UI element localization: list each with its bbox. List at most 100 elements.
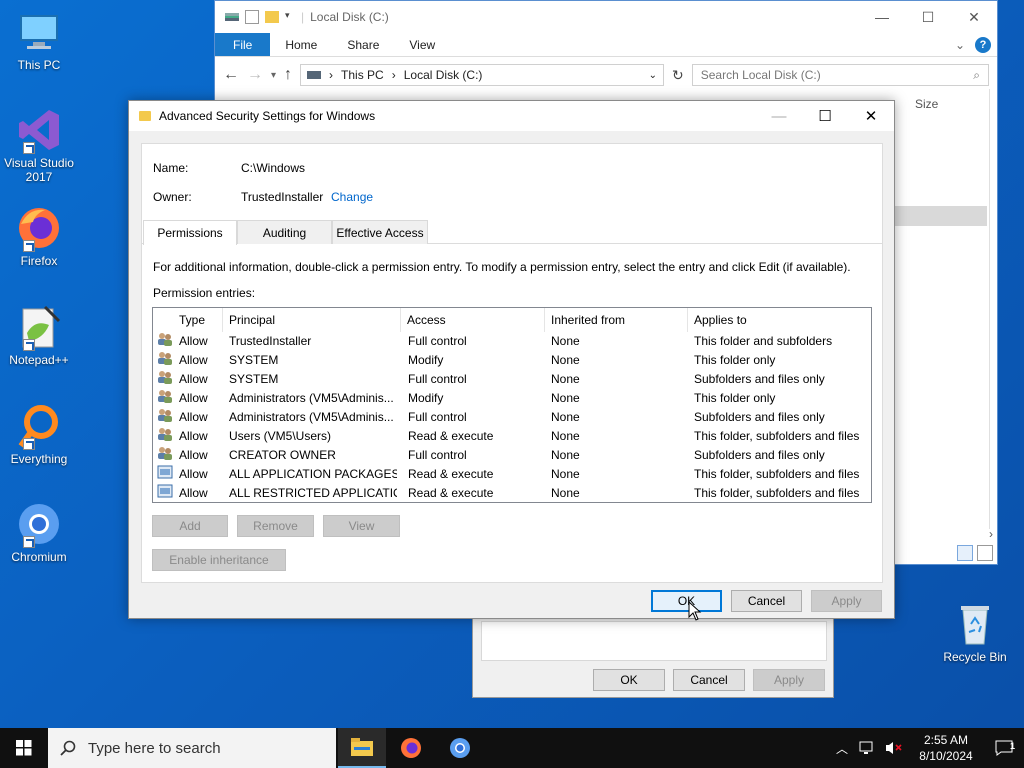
recent-locations-chevron-icon[interactable]: ▾ — [271, 70, 276, 81]
network-icon[interactable] — [858, 740, 876, 756]
permission-entries-table[interactable]: Type Principal Access Inherited from App… — [152, 307, 872, 503]
advanced-security-settings-dialog[interactable]: Advanced Security Settings for Windows —… — [128, 100, 895, 621]
chevron-down-icon[interactable]: ▾ — [285, 10, 293, 24]
desktop-icon-this-pc[interactable]: This PC — [4, 8, 74, 72]
permission-entry-row[interactable]: Allow Administrators (VM5\Adminis... Full … — [153, 408, 871, 427]
remove-button[interactable]: Remove — [237, 515, 314, 537]
forward-arrow-icon[interactable]: → — [247, 66, 263, 84]
breadcrumb-this-pc[interactable]: This PC — [341, 68, 384, 82]
close-button[interactable]: ✕ — [951, 1, 997, 33]
desktop-icon-firefox[interactable]: Firefox — [4, 204, 74, 268]
desktop-icon-label: Notepad++ — [9, 353, 69, 367]
permission-entry-row[interactable]: Allow Administrators (VM5\Adminis... Modif… — [153, 389, 871, 408]
row-applies-to: Subfolders and files only — [694, 410, 825, 424]
system-clock[interactable]: 2:55 AM 8/10/2024 — [908, 732, 984, 764]
row-access: Read & execute — [408, 429, 494, 443]
properties-apply-button[interactable]: Apply — [753, 669, 825, 691]
volume-muted-icon[interactable] — [884, 740, 904, 756]
row-principal: SYSTEM — [229, 353, 279, 367]
apply-button[interactable]: Apply — [811, 590, 882, 612]
users-icon — [157, 427, 173, 441]
tab-auditing[interactable]: Auditing — [237, 220, 332, 244]
enable-inheritance-button[interactable]: Enable inheritance — [152, 549, 286, 571]
properties-icon[interactable] — [245, 10, 259, 24]
row-applies-to: Subfolders and files only — [694, 448, 825, 462]
address-dropdown-chevron-icon[interactable]: ⌄ — [649, 70, 657, 81]
desktop-icon-recycle-bin[interactable]: Recycle Bin — [940, 600, 1010, 664]
breadcrumb-local-disk[interactable]: Local Disk (C:) — [404, 68, 483, 82]
tab-permissions[interactable]: Permissions — [143, 220, 237, 245]
new-folder-icon[interactable] — [265, 11, 279, 23]
column-header-inherited-from[interactable]: Inherited from — [545, 308, 688, 332]
desktop-icon-label: Recycle Bin — [943, 650, 1007, 664]
quick-access-toolbar: ▾ — [225, 10, 293, 24]
desktop-icon-chromium[interactable]: Chromium — [4, 500, 74, 564]
permission-entry-row[interactable]: Allow ALL RESTRICTED APPLICATIO... Read & … — [153, 484, 871, 502]
everything-icon — [15, 402, 63, 450]
up-arrow-icon[interactable]: ↑ — [284, 66, 292, 84]
selected-file-row[interactable] — [895, 206, 987, 226]
desktop-icon-everything[interactable]: Everything — [4, 402, 74, 466]
users-icon — [157, 446, 173, 460]
row-inherited-from: None — [551, 486, 580, 500]
permission-entry-row[interactable]: Allow SYSTEM Modify None This folder only — [153, 351, 871, 370]
permission-entry-row[interactable]: Allow TrustedInstaller Full control None Thi… — [153, 332, 871, 351]
refresh-icon[interactable]: ↻ — [672, 67, 684, 84]
column-header-applies-to[interactable]: Applies to — [688, 308, 871, 332]
explorer-title-bar[interactable]: ▾ | Local Disk (C:) — ☐ ✕ — [215, 1, 997, 33]
ribbon-tab-share[interactable]: Share — [332, 33, 394, 56]
desktop-icon-notepadpp[interactable]: Notepad++ — [4, 303, 74, 367]
dialog-title-bar[interactable]: Advanced Security Settings for Windows —… — [129, 101, 894, 131]
close-button[interactable]: ✕ — [848, 101, 894, 131]
minimize-button[interactable]: — — [756, 101, 802, 131]
taskbar-firefox[interactable] — [387, 728, 435, 768]
taskbar-chromium[interactable] — [436, 728, 484, 768]
row-principal: Administrators (VM5\Adminis... — [229, 391, 394, 405]
show-hidden-icons-chevron-icon[interactable]: ︿ — [830, 740, 854, 757]
users-icon — [157, 389, 173, 403]
row-type: Allow — [179, 391, 208, 405]
cancel-button[interactable]: Cancel — [731, 590, 802, 612]
ribbon-tab-file[interactable]: File — [215, 33, 271, 56]
large-icons-view-icon[interactable] — [977, 545, 993, 561]
address-bar[interactable]: › This PC › Local Disk (C:) ⌄ — [300, 64, 664, 86]
desktop-icon-label: Firefox — [20, 254, 58, 268]
minimize-button[interactable]: — — [859, 1, 905, 33]
properties-ok-button[interactable]: OK — [593, 669, 665, 691]
column-header-size[interactable]: Size — [915, 97, 938, 111]
row-principal: ALL APPLICATION PACKAGES — [229, 467, 397, 481]
action-center-button[interactable]: 1 — [984, 728, 1024, 768]
row-type: Allow — [179, 353, 208, 367]
ribbon-expand-chevron-icon[interactable]: ⌄ — [955, 38, 965, 52]
maximize-button[interactable]: ☐ — [905, 1, 951, 33]
explorer-search-input[interactable]: Search Local Disk (C:) ⌕ — [691, 64, 989, 86]
start-button[interactable] — [0, 728, 48, 768]
permission-entry-row[interactable]: Allow ALL APPLICATION PACKAGES Read & exec… — [153, 465, 871, 484]
ok-button[interactable]: OK — [651, 590, 722, 612]
maximize-button[interactable]: ☐ — [802, 101, 848, 131]
column-header-access[interactable]: Access — [401, 308, 545, 332]
row-access: Read & execute — [408, 486, 494, 500]
ribbon-tab-view[interactable]: View — [394, 33, 450, 56]
tab-effective-access[interactable]: Effective Access — [332, 220, 428, 244]
permission-entry-row[interactable]: Allow CREATOR OWNER Full control None Subfol… — [153, 446, 871, 465]
row-access: Modify — [408, 353, 444, 367]
ribbon-tab-home[interactable]: Home — [270, 33, 332, 56]
taskbar-file-explorer[interactable] — [338, 728, 386, 768]
details-view-icon[interactable] — [957, 545, 973, 561]
add-button[interactable]: Add — [152, 515, 228, 537]
drive-icon — [307, 71, 322, 79]
properties-cancel-button[interactable]: Cancel — [673, 669, 745, 691]
help-icon[interactable]: ? — [975, 36, 991, 53]
users-icon — [157, 408, 173, 422]
column-header-principal[interactable]: Principal — [223, 308, 401, 332]
permission-entry-row[interactable]: Allow Users (VM5\Users) Read & execute None… — [153, 427, 871, 446]
column-header-type[interactable]: Type — [173, 308, 223, 332]
back-arrow-icon[interactable]: ← — [223, 66, 239, 84]
permission-entry-row[interactable]: Allow SYSTEM Full control None Subfolders an… — [153, 370, 871, 389]
change-owner-link[interactable]: Change — [331, 190, 373, 204]
scroll-right-arrow-icon[interactable]: › — [989, 527, 993, 541]
view-button[interactable]: View — [323, 515, 400, 537]
taskbar-search-box[interactable]: Type here to search — [48, 728, 336, 768]
desktop-icon-visual-studio[interactable]: Visual Studio 2017 — [4, 106, 74, 184]
